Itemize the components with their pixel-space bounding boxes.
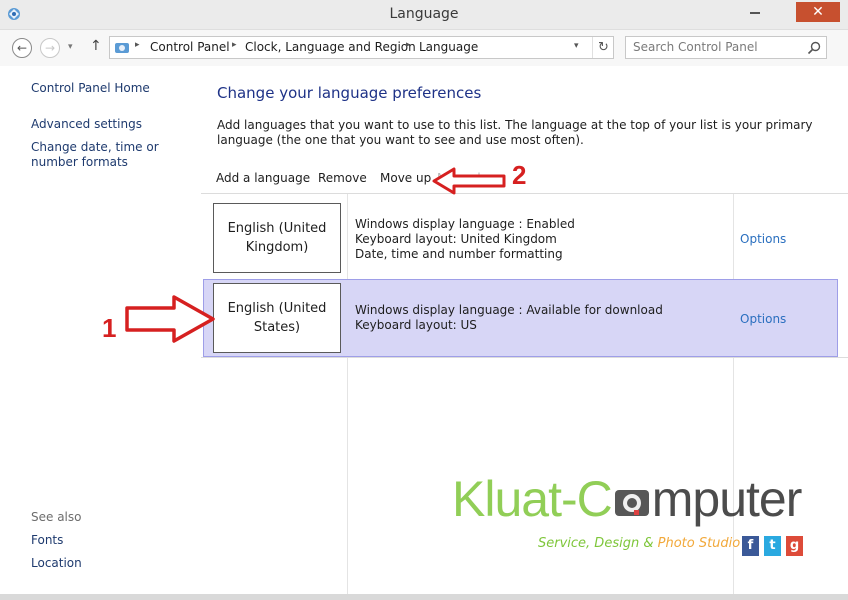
page-heading: Change your language preferences [217, 84, 482, 102]
language-name-line1: English (United [227, 301, 327, 316]
add-language-button[interactable]: Add a language [216, 171, 310, 185]
language-details-en-us: Windows display language : Available for… [355, 303, 663, 333]
language-tile-en-us[interactable]: English (United States) [213, 283, 341, 353]
recent-locations-dropdown[interactable]: ▾ [68, 42, 73, 52]
breadcrumb-control-panel[interactable]: Control Panel [150, 40, 230, 54]
breadcrumb-clock-language-region[interactable]: Clock, Language and Region [245, 40, 416, 54]
remove-button[interactable]: Remove [318, 171, 367, 185]
minimize-button[interactable] [742, 2, 768, 22]
window-title: Language [389, 6, 459, 22]
watermark-tagline-part2: Photo Studio [657, 536, 741, 551]
watermark-tagline-part1: Service, Design & [538, 536, 658, 551]
sidebar-fonts[interactable]: Fonts [31, 533, 63, 548]
back-button[interactable]: ← [12, 38, 32, 58]
address-dropdown-icon[interactable]: ▾ [574, 41, 579, 51]
watermark: Kluat-C mputer Service, Design & Photo St… [452, 470, 822, 560]
watermark-tagline: Service, Design & Photo Studio [538, 536, 740, 551]
address-bar[interactable]: ▸ Control Panel ▸ Clock, Language and Re… [109, 36, 614, 59]
page-description: Add languages that you want to use to th… [217, 118, 813, 147]
date-time-formatting: Date, time and number formatting [355, 247, 563, 261]
language-details-en-gb: Windows display language : Enabled Keybo… [355, 217, 575, 262]
window-bottom-border [0, 594, 848, 600]
language-name-line1: English (United [227, 221, 327, 236]
search-input[interactable]: Search Control Panel [633, 40, 758, 54]
close-button[interactable]: ✕ [796, 2, 840, 22]
breadcrumb-separator-icon: ▸ [135, 40, 140, 50]
sidebar-location[interactable]: Location [31, 556, 82, 571]
options-link-en-gb[interactable]: Options [740, 232, 786, 246]
breadcrumb-separator-icon: ▸ [406, 40, 411, 50]
language-row-en-us[interactable]: English (United States) Windows display … [203, 279, 838, 357]
breadcrumb-separator-icon: ▸ [232, 40, 237, 50]
language-row-en-gb[interactable]: English (United Kingdom) Windows display… [203, 194, 838, 279]
sidebar-advanced-settings[interactable]: Advanced settings [31, 117, 142, 132]
watermark-brand: Kluat-C mputer [452, 470, 803, 528]
breadcrumb-language[interactable]: Language [419, 40, 478, 54]
list-bottom-divider [201, 357, 848, 358]
navigation-bar: ← → ▾ ↑ ▸ Control Panel ▸ Clock, Languag… [0, 30, 848, 66]
language-tile-en-gb[interactable]: English (United Kingdom) [213, 203, 341, 273]
move-up-button[interactable]: Move up [380, 171, 431, 185]
keyboard-layout: Keyboard layout: US [355, 318, 477, 332]
language-name-line2: Kingdom) [245, 240, 309, 255]
options-link-en-us[interactable]: Options [740, 312, 786, 326]
search-icon[interactable] [806, 40, 822, 56]
annotation-arrow-right-icon [125, 295, 215, 343]
sidebar-control-panel-home[interactable]: Control Panel Home [31, 81, 150, 96]
control-panel-location-icon [115, 43, 129, 53]
watermark-brand-part1: Kluat-C [452, 471, 613, 527]
see-also-label: See also [31, 510, 82, 524]
facebook-icon: f [742, 536, 759, 556]
annotation-number-2: 2 [512, 160, 527, 190]
display-language-status: Windows display language : Available for… [355, 303, 663, 317]
up-button[interactable]: ↑ [90, 38, 102, 54]
forward-button[interactable]: → [40, 38, 60, 58]
search-box[interactable]: Search Control Panel [625, 36, 827, 59]
keyboard-layout: Keyboard layout: United Kingdom [355, 232, 557, 246]
language-name-line2: States) [253, 320, 301, 335]
watermark-brand-part2: mputer [651, 471, 803, 527]
sidebar-change-date-time-formats[interactable]: Change date, time or number formats [31, 140, 201, 170]
title-bar: Language ✕ [0, 0, 848, 30]
twitter-icon: t [764, 536, 781, 556]
google-plus-icon: g [786, 536, 803, 556]
refresh-button[interactable]: ↻ [592, 37, 614, 58]
camera-icon [612, 476, 652, 534]
annotation-number-1: 1 [102, 313, 117, 343]
display-language-status: Windows display language : Enabled [355, 217, 575, 231]
annotation-arrow-left-icon [432, 167, 506, 195]
